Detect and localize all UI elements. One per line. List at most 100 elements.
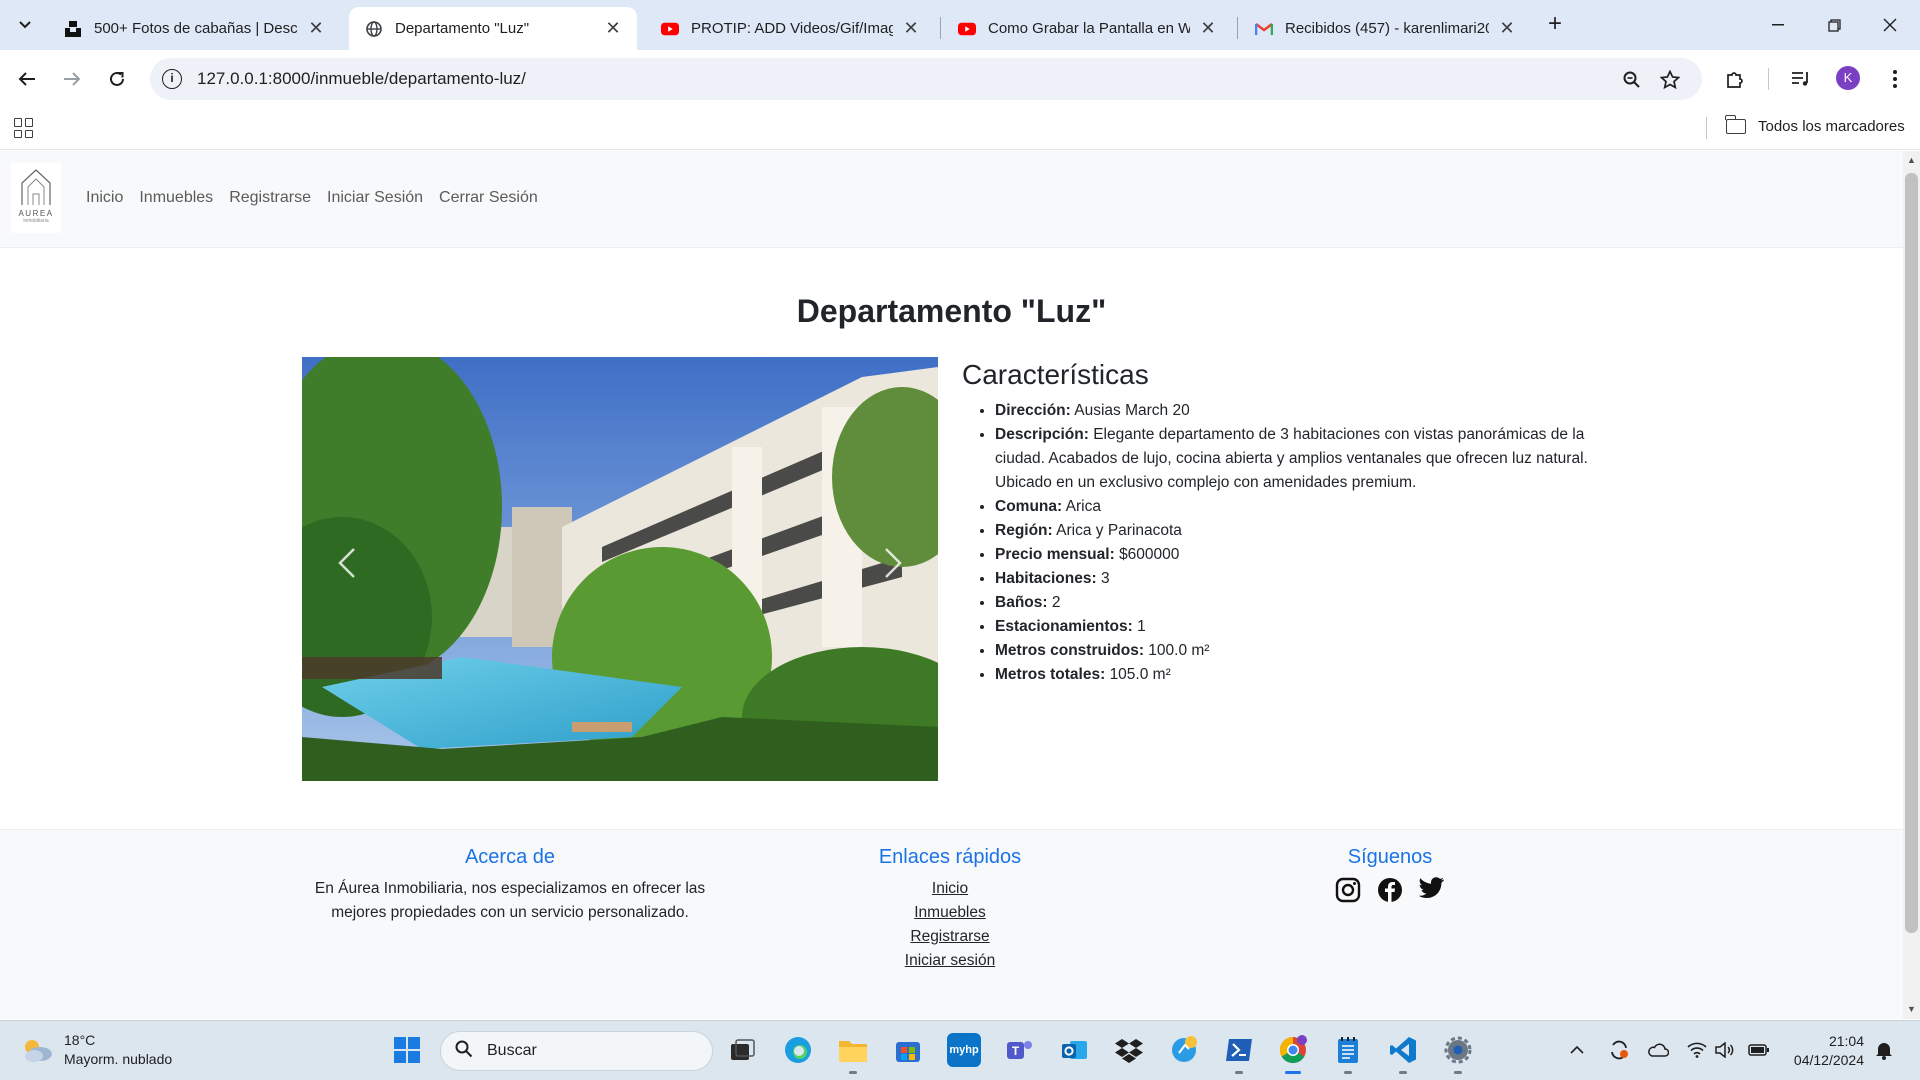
tab-search-button[interactable] (10, 10, 40, 40)
new-tab-button[interactable]: + (1540, 10, 1570, 40)
carousel-prev-button[interactable] (338, 547, 356, 588)
taskbar-dropbox[interactable] (1112, 1033, 1146, 1067)
taskbar-edge[interactable] (781, 1033, 815, 1067)
footer-link-iniciar-sesion[interactable]: Iniciar sesión (800, 949, 1100, 973)
tray-wifi[interactable] (1686, 1039, 1708, 1061)
taskbar-store[interactable] (891, 1033, 925, 1067)
taskbar-search[interactable]: Buscar (440, 1031, 713, 1071)
nav-link-inicio[interactable]: Inicio (86, 189, 123, 207)
tab-protip[interactable]: PROTIP: ADD Videos/Gif/Image ✕ (645, 7, 935, 50)
facebook-icon[interactable] (1377, 877, 1403, 903)
nav-link-registrarse[interactable]: Registrarse (229, 189, 311, 207)
close-window-button[interactable] (1862, 0, 1918, 50)
tab-strip: 500+ Fotos de cabañas | Descar ✕ Departa… (0, 0, 1920, 50)
svg-text:T: T (1012, 1044, 1020, 1058)
close-icon[interactable]: ✕ (901, 18, 921, 39)
store-icon (896, 1042, 920, 1062)
toolbar-separator (1768, 68, 1769, 90)
taskbar-settings[interactable] (1441, 1033, 1475, 1074)
taskbar-vscode[interactable] (1386, 1033, 1420, 1074)
taskbar-outlook[interactable] (1057, 1033, 1091, 1067)
zoom-icon[interactable] (1620, 68, 1644, 92)
nav-link-cerrar-sesion[interactable]: Cerrar Sesión (439, 189, 538, 207)
restore-button[interactable] (1806, 0, 1862, 50)
taskbar-teams[interactable]: T (1002, 1033, 1036, 1067)
footer-link-registrarse[interactable]: Registrarse (800, 925, 1100, 949)
apps-grid-icon[interactable] (14, 118, 34, 138)
feature-comuna: Comuna: Arica (995, 495, 1602, 519)
scrollbar-thumb[interactable] (1905, 173, 1918, 933)
notifications-button[interactable] (1873, 1039, 1895, 1061)
forward-button[interactable] (57, 64, 87, 94)
close-icon[interactable]: ✕ (603, 18, 623, 39)
youtube-icon (958, 20, 976, 38)
scroll-down-arrow[interactable]: ▼ (1905, 1004, 1918, 1014)
media-queue-icon (1792, 72, 1808, 86)
battery-icon (1748, 1044, 1769, 1056)
tab-separator (1237, 17, 1238, 39)
tray-onedrive[interactable] (1647, 1039, 1669, 1061)
instagram-icon[interactable] (1335, 877, 1361, 903)
start-button[interactable] (390, 1033, 424, 1067)
profile-avatar[interactable]: K (1836, 66, 1860, 90)
tab-departamento-luz[interactable]: Departamento "Luz" ✕ (349, 7, 637, 50)
tray-overflow-button[interactable] (1566, 1039, 1588, 1061)
media-controls-button[interactable] (1786, 64, 1816, 94)
taskbar-task-view[interactable] (726, 1033, 760, 1067)
nav-link-inmuebles[interactable]: Inmuebles (139, 189, 213, 207)
tray-battery[interactable] (1748, 1039, 1770, 1061)
clock-date: 04/12/2024 (1793, 1052, 1864, 1068)
carousel-next-button[interactable] (884, 547, 902, 588)
taskbar-file-explorer[interactable] (836, 1033, 870, 1074)
weather-widget[interactable]: 18°C Mayorm. nublado (20, 1031, 172, 1069)
menu-button[interactable] (1880, 64, 1910, 94)
feature-descripcion: Descripción: Elegante departamento de 3 … (995, 423, 1602, 495)
all-bookmarks-button[interactable]: Todos los marcadores (1725, 115, 1905, 135)
bookmark-star-icon[interactable] (1658, 68, 1682, 92)
bookmarks-separator (1706, 117, 1707, 139)
feature-precio: Precio mensual: $600000 (995, 543, 1602, 567)
bell-icon (1876, 1043, 1892, 1060)
footer-link-inmuebles[interactable]: Inmuebles (800, 901, 1100, 925)
taskbar-powershell[interactable] (1222, 1033, 1256, 1074)
footer-links-title: Enlaces rápidos (878, 846, 1022, 868)
site-nav-links: Inicio Inmuebles Registrarse Iniciar Ses… (86, 189, 554, 207)
chevron-right-icon (885, 548, 902, 578)
back-button[interactable] (12, 64, 42, 94)
tab-gmail[interactable]: Recibidos (457) - karenlimari20 ✕ (1239, 7, 1531, 50)
footer-quick-links: Enlaces rápidos Inicio Inmuebles Registr… (800, 846, 1100, 973)
twitter-icon[interactable] (1419, 877, 1445, 899)
chrome-icon (1279, 1035, 1307, 1064)
tray-sync[interactable] (1608, 1039, 1630, 1061)
site-navbar: AUREA inmobiliaria Inicio Inmuebles Regi… (0, 151, 1903, 248)
system-clock[interactable]: 21:04 04/12/2024 (1782, 1032, 1864, 1070)
nav-link-iniciar-sesion[interactable]: Iniciar Sesión (327, 189, 423, 207)
close-icon[interactable]: ✕ (306, 18, 326, 39)
close-icon[interactable]: ✕ (1198, 18, 1218, 39)
site-logo[interactable]: AUREA inmobiliaria (11, 163, 61, 233)
search-placeholder: Buscar (487, 1042, 537, 1059)
minimize-button[interactable] (1750, 0, 1806, 50)
scroll-up-arrow[interactable]: ▲ (1905, 155, 1918, 165)
taskbar-copilot[interactable] (1167, 1033, 1201, 1067)
reload-button[interactable] (102, 64, 132, 94)
gear-icon (1444, 1036, 1472, 1064)
folder-icon (839, 1041, 867, 1062)
taskbar-notepad[interactable] (1331, 1033, 1365, 1074)
taskbar-myhp[interactable]: myhp (947, 1033, 981, 1067)
tab-grabar-pantalla[interactable]: Como Grabar la Pantalla en Wir ✕ (942, 7, 1232, 50)
weather-desc: Mayorm. nublado (64, 1051, 173, 1067)
close-icon[interactable]: ✕ (1497, 18, 1517, 39)
address-bar[interactable]: i 127.0.0.1:8000/inmueble/departamento-l… (150, 58, 1702, 100)
tray-volume[interactable] (1714, 1039, 1736, 1061)
footer-social-title: Síguenos (1347, 846, 1433, 868)
extensions-button[interactable] (1720, 64, 1750, 94)
property-image-carousel (302, 357, 938, 781)
site-info-icon[interactable]: i (162, 69, 182, 89)
arrow-left-icon (18, 72, 35, 86)
teams-icon: T (1007, 1041, 1032, 1059)
footer-link-inicio[interactable]: Inicio (800, 877, 1100, 901)
folder-icon (1725, 115, 1746, 134)
tab-unsplash[interactable]: 500+ Fotos de cabañas | Descar ✕ (48, 7, 340, 50)
taskbar-chrome[interactable] (1276, 1033, 1310, 1074)
